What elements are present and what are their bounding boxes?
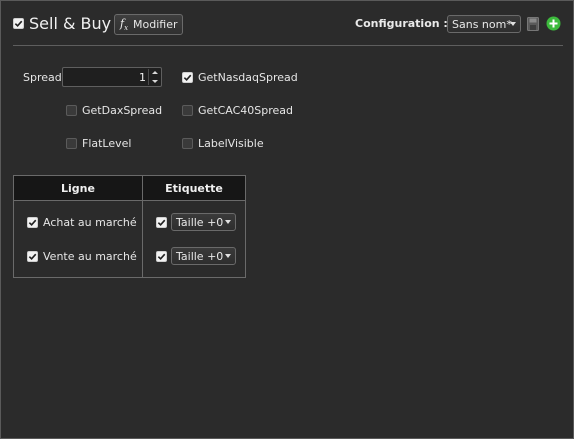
- fx-icon: fx: [120, 16, 129, 33]
- lines-table: Ligne Etiquette Achat au marché Taille +…: [13, 175, 246, 278]
- flatlevel-label: FlatLevel: [82, 137, 132, 150]
- stepper-down-icon[interactable]: [152, 80, 158, 83]
- header-divider: [13, 45, 563, 46]
- check-icon: [183, 74, 192, 82]
- getnasdaqspread-label: GetNasdaqSpread: [198, 71, 298, 84]
- getcac40spread-label: GetCAC40Spread: [198, 104, 294, 117]
- modify-button-label: Modifier: [133, 18, 178, 31]
- modify-button[interactable]: fx Modifier: [114, 14, 183, 35]
- enable-checkbox[interactable]: [13, 18, 24, 29]
- row-vente-etiquette-select[interactable]: Taille +0: [171, 247, 236, 265]
- row-achat-line-checkbox[interactable]: [27, 217, 38, 228]
- getdaxspread-checkbox[interactable]: [66, 105, 77, 116]
- row-achat-etiquette-value: Taille +0: [176, 215, 224, 229]
- check-icon: [157, 219, 166, 227]
- configuration-value: Sans nom*: [452, 17, 512, 31]
- save-icon[interactable]: [527, 17, 539, 31]
- column-header-line: Ligne: [61, 182, 95, 195]
- row-achat-label: Achat au marché: [43, 216, 137, 229]
- indicator-title: Sell & Buy: [29, 14, 112, 33]
- getnasdaqspread-checkbox[interactable]: [182, 72, 193, 83]
- spread-label: Spread: [23, 71, 62, 84]
- getcac40spread-checkbox[interactable]: [182, 105, 193, 116]
- chevron-down-icon: [510, 22, 516, 26]
- check-icon: [14, 20, 23, 28]
- labelvisible-checkbox[interactable]: [182, 138, 193, 149]
- row-vente-line-checkbox[interactable]: [27, 251, 38, 262]
- spread-input[interactable]: 1: [62, 67, 162, 87]
- chevron-down-icon: [225, 220, 231, 224]
- indicator-panel: Sell & Buy fx Modifier Configuration : S…: [0, 0, 574, 439]
- spread-stepper[interactable]: [148, 69, 160, 85]
- check-icon: [157, 253, 166, 261]
- labelvisible-label: LabelVisible: [198, 137, 264, 150]
- check-icon: [28, 253, 37, 261]
- row-vente-label: Vente au marché: [43, 250, 137, 263]
- configuration-label: Configuration :: [355, 17, 448, 30]
- check-icon: [28, 219, 37, 227]
- row-achat-etiquette-checkbox[interactable]: [156, 217, 167, 228]
- configuration-select[interactable]: Sans nom*: [447, 15, 521, 33]
- column-divider: [142, 176, 143, 277]
- column-header-label: Etiquette: [165, 182, 223, 195]
- row-achat-etiquette-select[interactable]: Taille +0: [171, 213, 236, 231]
- stepper-up-icon[interactable]: [152, 71, 158, 74]
- flatlevel-checkbox[interactable]: [66, 138, 77, 149]
- row-vente-etiquette-checkbox[interactable]: [156, 251, 167, 262]
- spread-value: 1: [139, 71, 146, 84]
- getdaxspread-label: GetDaxSpread: [82, 104, 163, 117]
- chevron-down-icon: [225, 254, 231, 258]
- table-header: Ligne Etiquette: [14, 176, 245, 201]
- add-icon[interactable]: [546, 16, 561, 31]
- row-vente-etiquette-value: Taille +0: [176, 249, 224, 263]
